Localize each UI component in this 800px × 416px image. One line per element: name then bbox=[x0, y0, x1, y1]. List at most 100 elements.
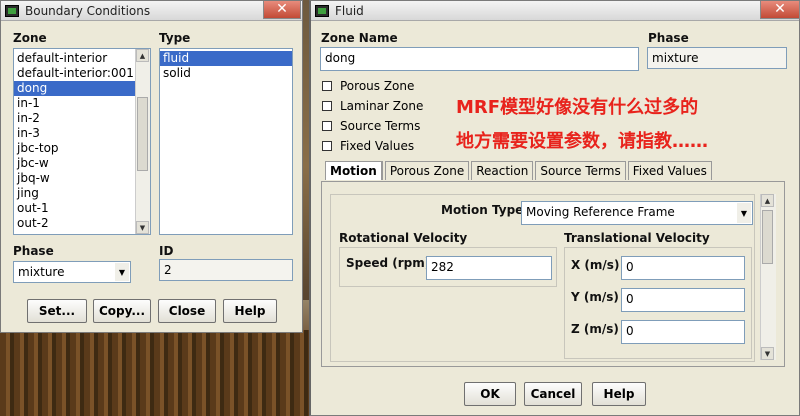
close-button[interactable]: Close bbox=[158, 299, 216, 323]
help-button[interactable]: Help bbox=[592, 382, 646, 406]
id-label: ID bbox=[159, 244, 174, 258]
motion-type-dropdown[interactable]: Moving Reference Frame ▼ bbox=[521, 201, 753, 225]
rotational-velocity-label: Rotational Velocity bbox=[339, 231, 468, 245]
x-value: 0 bbox=[626, 260, 634, 274]
checkbox-box[interactable] bbox=[322, 101, 332, 111]
cancel-button[interactable]: Cancel bbox=[524, 382, 582, 406]
window-title: Fluid bbox=[335, 3, 364, 18]
y-input[interactable]: 0 bbox=[621, 288, 745, 312]
app-icon bbox=[315, 4, 329, 17]
speed-value: 282 bbox=[431, 260, 454, 274]
laminar-zone-checkbox[interactable]: Laminar Zone bbox=[322, 99, 423, 113]
close-window-button[interactable]: ✕ bbox=[760, 1, 800, 19]
id-field: 2 bbox=[159, 259, 293, 281]
y-value: 0 bbox=[626, 292, 634, 306]
type-label: Type bbox=[159, 31, 191, 45]
zone-list-item[interactable]: default-interior bbox=[14, 51, 136, 66]
close-window-button[interactable]: ✕ bbox=[263, 1, 301, 19]
motion-inner-panel: Motion Type Moving Reference Frame ▼ Rot… bbox=[330, 194, 755, 362]
y-label: Y (m/s) bbox=[571, 290, 619, 304]
zone-list-item[interactable]: default-interior:001 bbox=[14, 66, 136, 81]
annotation-text-line-2: 地方需要设置参数，请指教…… bbox=[456, 131, 708, 152]
zone-list[interactable]: default-interior default-interior:001 dong… bbox=[13, 48, 151, 235]
type-list[interactable]: fluid solid bbox=[159, 48, 293, 235]
motion-type-value: Moving Reference Frame bbox=[526, 205, 675, 219]
help-button[interactable]: Help bbox=[223, 299, 277, 323]
scroll-up-arrow[interactable]: ▲ bbox=[136, 49, 149, 62]
checkbox-label: Fixed Values bbox=[340, 139, 415, 153]
zone-name-value: dong bbox=[325, 51, 356, 65]
z-label: Z (m/s) bbox=[571, 322, 619, 336]
fluid-window: Fluid ✕ Zone Name dong Phase mixture Por… bbox=[309, 0, 800, 416]
translational-velocity-label: Translational Velocity bbox=[564, 231, 710, 245]
annotation-text-line-1: MRF模型好像没有什么过多的 bbox=[456, 97, 699, 118]
x-label: X (m/s) bbox=[571, 258, 620, 272]
zone-list-item[interactable]: jing bbox=[14, 186, 136, 201]
checkbox-box[interactable] bbox=[322, 121, 332, 131]
tab-motion[interactable]: Motion bbox=[325, 161, 383, 180]
checkbox-box[interactable] bbox=[322, 81, 332, 91]
phase-field: mixture bbox=[647, 47, 787, 69]
tab-fixed-values[interactable]: Fixed Values bbox=[627, 161, 712, 180]
chevron-down-icon[interactable]: ▼ bbox=[115, 263, 129, 281]
fixed-values-checkbox[interactable]: Fixed Values bbox=[322, 139, 414, 153]
z-value: 0 bbox=[626, 324, 634, 338]
chevron-down-icon[interactable]: ▼ bbox=[737, 203, 751, 223]
rotational-velocity-group: Speed (rpm) 282 bbox=[339, 247, 557, 287]
boundary-button-bar: Set... Copy... Close Help bbox=[0, 289, 303, 333]
zone-list-item[interactable]: dong bbox=[14, 81, 136, 96]
scroll-thumb[interactable] bbox=[762, 210, 773, 264]
phase-value: mixture bbox=[652, 51, 699, 65]
zone-list-item[interactable]: in-1 bbox=[14, 96, 136, 111]
type-list-item[interactable]: fluid bbox=[160, 51, 292, 66]
boundary-conditions-window: Boundary Conditions ✕ Zone Type default-… bbox=[0, 0, 303, 290]
scroll-thumb[interactable] bbox=[137, 97, 148, 171]
checkbox-label: Source Terms bbox=[340, 119, 421, 133]
z-input[interactable]: 0 bbox=[621, 320, 745, 344]
translational-velocity-group: X (m/s) 0 Y (m/s) 0 Z (m/s) 0 bbox=[564, 247, 752, 359]
speed-label: Speed (rpm) bbox=[346, 256, 431, 270]
motion-type-label: Motion Type bbox=[441, 203, 524, 217]
phase-label: Phase bbox=[13, 244, 54, 258]
scroll-down-arrow[interactable]: ▼ bbox=[761, 347, 774, 360]
phase-value: mixture bbox=[18, 265, 65, 279]
tab-porous-zone[interactable]: Porous Zone bbox=[384, 161, 470, 180]
set-button[interactable]: Set... bbox=[27, 299, 87, 323]
x-input[interactable]: 0 bbox=[621, 256, 745, 280]
checkbox-label: Porous Zone bbox=[340, 79, 415, 93]
zone-list-item[interactable]: in-3 bbox=[14, 126, 136, 141]
type-list-item[interactable]: solid bbox=[160, 66, 292, 81]
tab-source-terms[interactable]: Source Terms bbox=[535, 161, 626, 180]
zone-name-label: Zone Name bbox=[321, 31, 398, 45]
zone-list-scrollbar[interactable]: ▲ ▼ bbox=[135, 49, 150, 234]
id-value: 2 bbox=[164, 263, 172, 277]
window-title: Boundary Conditions bbox=[25, 3, 151, 18]
motion-panel: Motion Type Moving Reference Frame ▼ Rot… bbox=[321, 181, 785, 367]
zone-list-item[interactable]: in-2 bbox=[14, 111, 136, 126]
speed-input[interactable]: 282 bbox=[426, 256, 552, 280]
zone-name-input[interactable]: dong bbox=[320, 47, 639, 71]
tab-reaction[interactable]: Reaction bbox=[471, 161, 534, 180]
motion-panel-scrollbar[interactable]: ▲ ▼ bbox=[760, 194, 776, 360]
desktop-background-pattern bbox=[0, 330, 310, 416]
zone-list-item[interactable]: out-1 bbox=[14, 201, 136, 216]
porous-zone-checkbox[interactable]: Porous Zone bbox=[322, 79, 414, 93]
source-terms-checkbox[interactable]: Source Terms bbox=[322, 119, 420, 133]
phase-label: Phase bbox=[648, 31, 689, 45]
checkbox-box[interactable] bbox=[322, 141, 332, 151]
app-icon bbox=[5, 4, 19, 17]
tab-bar: Motion Porous Zone Reaction Source Terms… bbox=[325, 161, 714, 180]
checkbox-label: Laminar Zone bbox=[340, 99, 424, 113]
boundary-conditions-titlebar[interactable]: Boundary Conditions ✕ bbox=[1, 1, 302, 21]
scroll-up-arrow[interactable]: ▲ bbox=[761, 194, 774, 207]
scroll-down-arrow[interactable]: ▼ bbox=[136, 221, 149, 234]
zone-list-item[interactable]: out-2 bbox=[14, 216, 136, 231]
zone-list-item[interactable]: jbc-w bbox=[14, 156, 136, 171]
zone-label: Zone bbox=[13, 31, 47, 45]
zone-list-item[interactable]: jbq-w bbox=[14, 171, 136, 186]
phase-dropdown[interactable]: mixture ▼ bbox=[13, 261, 131, 283]
copy-button[interactable]: Copy... bbox=[93, 299, 151, 323]
ok-button[interactable]: OK bbox=[464, 382, 516, 406]
fluid-titlebar[interactable]: Fluid ✕ bbox=[311, 1, 800, 21]
zone-list-item[interactable]: jbc-top bbox=[14, 141, 136, 156]
